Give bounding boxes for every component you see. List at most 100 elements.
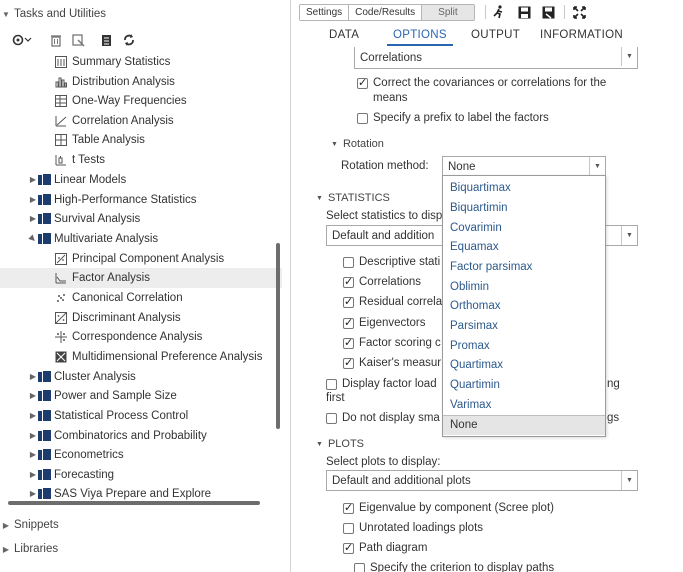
rotation-option-parsimax[interactable]: Parsimax bbox=[443, 317, 605, 337]
properties-icon[interactable] bbox=[101, 34, 112, 47]
tree-item-summary-statistics[interactable]: Summary Statistics bbox=[0, 52, 282, 72]
matrix-type-select[interactable]: Correlations ▼ bbox=[354, 47, 638, 69]
checkbox-unchecked bbox=[354, 562, 365, 572]
expand-icon: ▶ bbox=[29, 470, 37, 480]
tree-item-discriminant-analysis[interactable]: Discriminant Analysis bbox=[0, 308, 282, 328]
rotation-option-equamax[interactable]: Equamax bbox=[443, 238, 605, 258]
rotation-option-covarimin[interactable]: Covarimin bbox=[443, 219, 605, 239]
tree-item-correspondence-analysis[interactable]: Correspondence Analysis bbox=[0, 327, 282, 347]
tree-item-multidimensional-preference-analysis[interactable]: Multidimensional Preference Analysis bbox=[0, 347, 282, 367]
tab-output[interactable]: OUTPUT bbox=[471, 26, 520, 46]
tab-information[interactable]: INFORMATION bbox=[540, 26, 623, 46]
rotation-option-promax[interactable]: Promax bbox=[443, 337, 605, 357]
checkbox-unchecked bbox=[343, 256, 354, 268]
run-icon[interactable] bbox=[492, 5, 506, 19]
plots-select[interactable]: Default and additional plots ▼ bbox=[326, 470, 638, 491]
display-factor-loadings-checkbox[interactable]: Display factor load bbox=[326, 378, 437, 390]
correct-covariances-checkbox[interactable]: Correct the covariances or correlations … bbox=[357, 76, 606, 89]
checkbox-label: Residual correla bbox=[359, 296, 443, 308]
kaisers-measure-checkbox[interactable]: Kaiser's measur bbox=[343, 356, 441, 369]
folder-icon bbox=[38, 174, 51, 186]
chevron-down-icon: ▼ bbox=[621, 47, 637, 66]
unrotated-loadings-checkbox[interactable]: Unrotated loadings plots bbox=[343, 522, 483, 534]
tree-folder-power-and-sample-size[interactable]: ▶ Power and Sample Size bbox=[0, 386, 282, 406]
save-as-icon[interactable] bbox=[541, 5, 555, 19]
tree-item-correlation-analysis[interactable]: Correlation Analysis bbox=[0, 111, 282, 131]
split-view-button[interactable]: Split bbox=[422, 5, 474, 20]
tab-options[interactable]: OPTIONS bbox=[387, 26, 453, 46]
descriptive-statistics-checkbox[interactable]: Descriptive stati bbox=[343, 256, 440, 268]
maximize-icon[interactable] bbox=[572, 5, 586, 19]
tab-data[interactable]: DATA bbox=[329, 26, 359, 46]
snippets-section-header[interactable]: ▶ Snippets bbox=[0, 514, 59, 536]
rotation-option-biquartimin[interactable]: Biquartimin bbox=[443, 199, 605, 219]
path-diagram-checkbox[interactable]: Path diagram bbox=[343, 541, 427, 554]
rotation-option-quartimin[interactable]: Quartimin bbox=[443, 376, 605, 396]
tree-item-label: Cluster Analysis bbox=[54, 370, 136, 383]
checkbox-unchecked bbox=[343, 522, 354, 534]
checkbox-checked bbox=[343, 356, 354, 369]
section-title: PLOTS bbox=[327, 438, 365, 450]
new-task-icon[interactable] bbox=[12, 33, 32, 47]
tree-folder-forecasting[interactable]: ▶ Forecasting bbox=[0, 465, 282, 485]
rotation-method-select[interactable]: None ▼ bbox=[442, 156, 606, 177]
tree-horizontal-scrollbar[interactable] bbox=[8, 501, 260, 505]
tree-item-canonical-correlation[interactable]: Canonical Correlation bbox=[0, 288, 282, 308]
settings-view-button[interactable]: Settings bbox=[300, 5, 350, 20]
scree-plot-checkbox[interactable]: Eigenvalue by component (Scree plot) bbox=[343, 501, 554, 514]
specify-prefix-checkbox[interactable]: Specify a prefix to label the factors bbox=[357, 112, 549, 124]
rotation-section-header[interactable]: ▼ Rotation bbox=[331, 138, 384, 150]
tree-item-t-tests[interactable]: t Tests bbox=[0, 150, 282, 170]
tree-item-label: Econometrics bbox=[54, 448, 124, 461]
checkbox-unchecked bbox=[326, 378, 337, 390]
statistics-section-header[interactable]: ▼ STATISTICS bbox=[316, 192, 390, 204]
tree-folder-cluster-analysis[interactable]: ▶ Cluster Analysis bbox=[0, 367, 282, 387]
expand-icon: ▶ bbox=[29, 214, 37, 224]
factor-scoring-checkbox[interactable]: Factor scoring c bbox=[343, 336, 441, 349]
code-results-view-button[interactable]: Code/Results bbox=[349, 5, 423, 20]
select-plots-label: Select plots to display: bbox=[326, 456, 441, 468]
tree-folder-high-performance-statistics[interactable]: ▶ High-Performance Statistics bbox=[0, 190, 282, 210]
rotation-option-factor-parsimax[interactable]: Factor parsimax bbox=[443, 258, 605, 278]
expand-icon: ▶ bbox=[29, 489, 37, 499]
expand-icon: ▶ bbox=[29, 450, 37, 460]
specify-criterion-checkbox[interactable]: Specify the criterion to display paths bbox=[354, 562, 554, 572]
tree-folder-statistical-process-control[interactable]: ▶ Statistical Process Control bbox=[0, 406, 282, 426]
tree-item-factor-analysis[interactable]: Factor Analysis bbox=[0, 268, 282, 288]
libraries-section-header[interactable]: ▶ Libraries bbox=[0, 538, 58, 560]
rotation-option-varimax[interactable]: Varimax bbox=[443, 396, 605, 416]
refresh-icon[interactable] bbox=[122, 33, 136, 47]
do-not-display-small-loadings-checkbox[interactable]: Do not display sma bbox=[326, 412, 440, 424]
folder-icon bbox=[38, 371, 51, 383]
delete-icon[interactable] bbox=[50, 34, 62, 47]
tree-folder-combinatorics-and-probability[interactable]: ▶ Combinatorics and Probability bbox=[0, 426, 282, 446]
collapse-icon: ▼ bbox=[316, 440, 323, 448]
eigenvectors-checkbox[interactable]: Eigenvectors bbox=[343, 316, 425, 329]
checkbox-checked bbox=[357, 76, 368, 89]
tree-item-label: Forecasting bbox=[54, 468, 115, 481]
plots-section-header[interactable]: ▼ PLOTS bbox=[316, 438, 364, 450]
tasks-section-header[interactable]: ▼ Tasks and Utilities bbox=[0, 3, 106, 25]
tree-item-principal-component-analysis[interactable]: Principal Component Analysis bbox=[0, 249, 282, 269]
open-icon[interactable] bbox=[72, 33, 85, 47]
residual-correlations-checkbox[interactable]: Residual correla bbox=[343, 295, 443, 308]
tree-item-table-analysis[interactable]: Table Analysis bbox=[0, 130, 282, 150]
tasks-title: Tasks and Utilities bbox=[14, 8, 107, 20]
tree-folder-survival-analysis[interactable]: ▶ Survival Analysis bbox=[0, 209, 282, 229]
tree-folder-econometrics[interactable]: ▶ Econometrics bbox=[0, 445, 282, 465]
rotation-option-none[interactable]: None bbox=[443, 415, 605, 435]
rotation-option-oblimin[interactable]: Oblimin bbox=[443, 278, 605, 298]
rotation-option-orthomax[interactable]: Orthomax bbox=[443, 297, 605, 317]
folder-icon bbox=[38, 488, 51, 500]
save-icon[interactable] bbox=[517, 5, 531, 19]
rotation-option-biquartimax[interactable]: Biquartimax bbox=[443, 179, 605, 199]
rotation-option-quartimax[interactable]: Quartimax bbox=[443, 356, 605, 376]
tree-folder-linear-models[interactable]: ▶ Linear Models bbox=[0, 170, 282, 190]
tree-folder-multivariate-analysis[interactable]: ▶ Multivariate Analysis bbox=[0, 229, 282, 249]
tree-vertical-scrollbar[interactable] bbox=[276, 243, 280, 429]
checkbox-checked bbox=[343, 316, 354, 329]
tree-item-one-way-frequencies[interactable]: One-Way Frequencies bbox=[0, 91, 282, 111]
chevron-down-icon: ▼ bbox=[621, 226, 637, 245]
correlations-checkbox[interactable]: Correlations bbox=[343, 275, 421, 288]
tree-item-distribution-analysis[interactable]: Distribution Analysis bbox=[0, 72, 282, 92]
